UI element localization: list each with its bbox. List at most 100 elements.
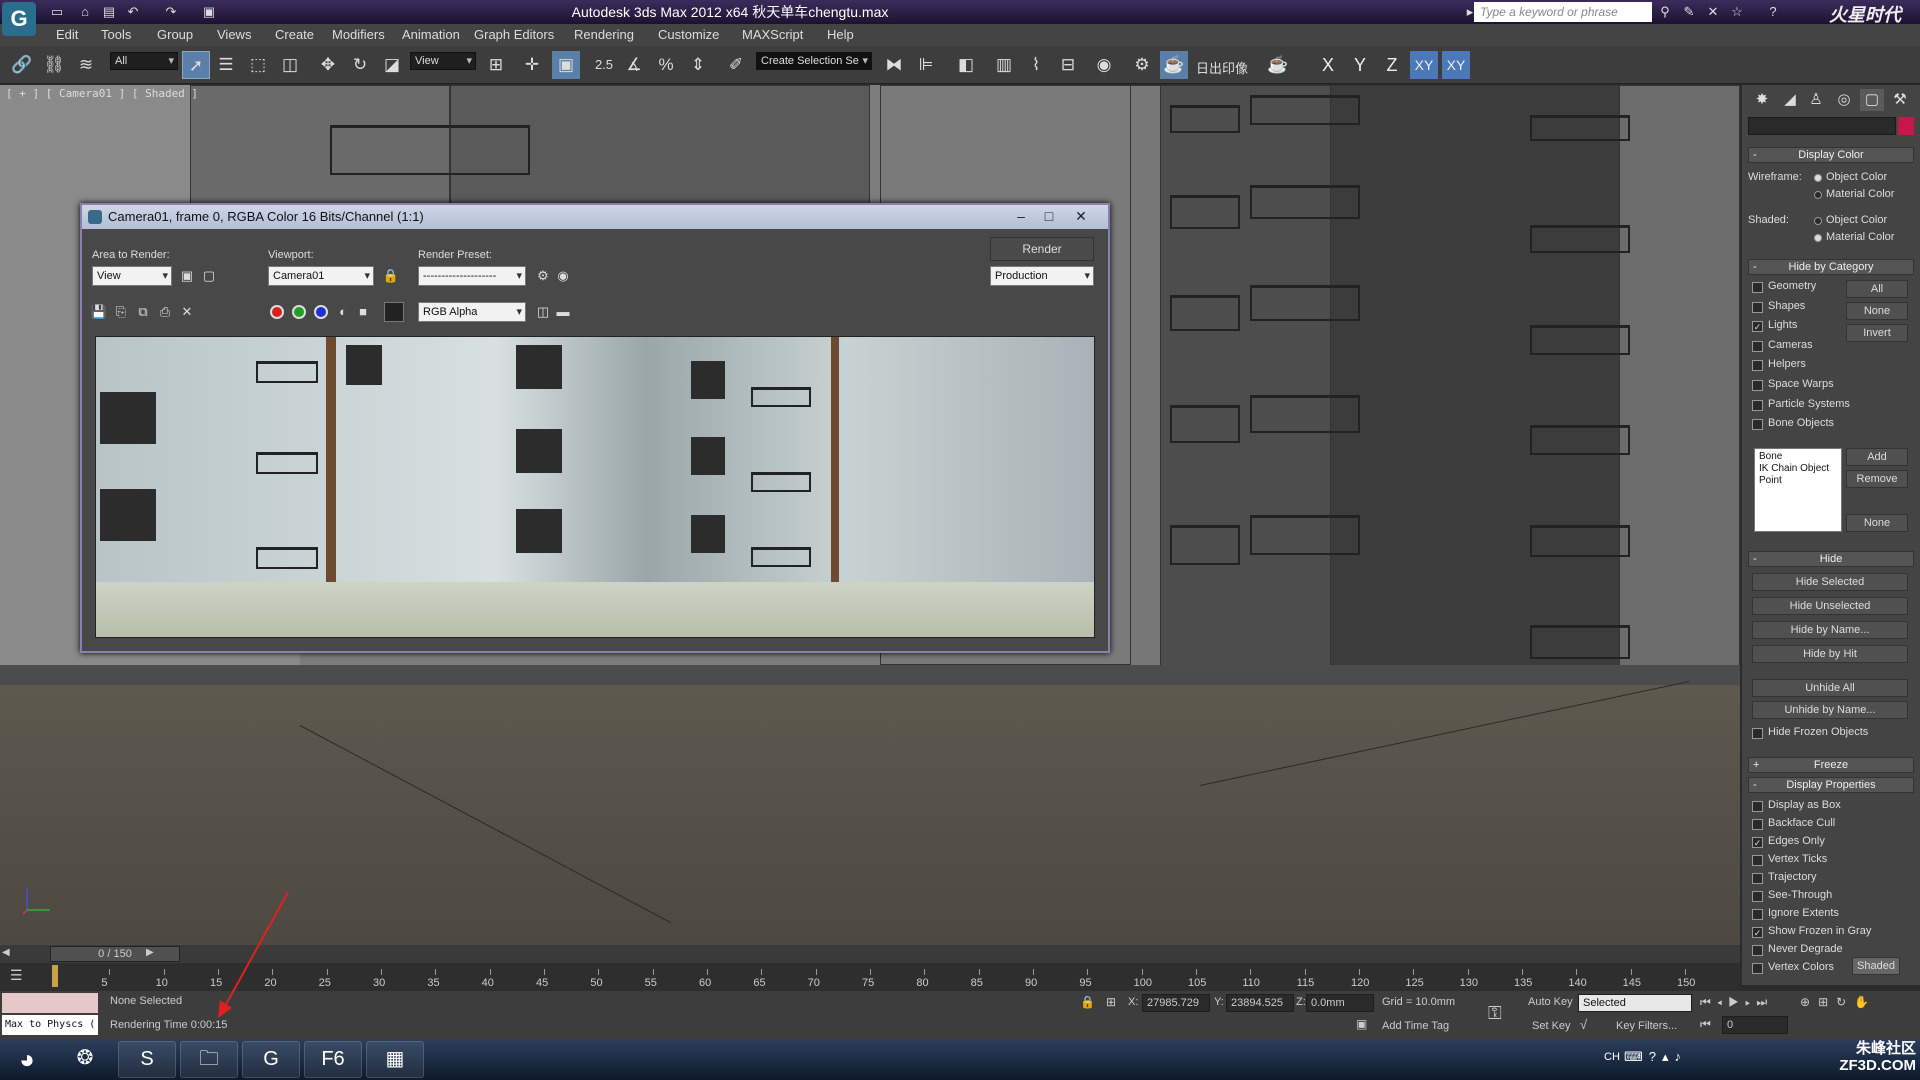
time-tag-icon[interactable]: ▣ [1356,1017,1367,1031]
search-input[interactable]: Type a keyword or phrase [1474,2,1652,22]
shaded-material-color-radio[interactable] [1814,234,1822,242]
pan-icon[interactable]: ✋ [1854,995,1877,1009]
3dsmax-task-icon[interactable]: G [242,1041,300,1078]
curve-editor-icon[interactable]: ⌇ [1022,51,1050,79]
category-none2-button[interactable]: None [1846,514,1908,532]
f6-task-icon[interactable]: F6 [304,1041,362,1078]
play-icon[interactable]: ▶ [1728,995,1745,1009]
category-checkbox[interactable] [1752,340,1763,352]
schematic-view-icon[interactable]: ⊟ [1054,51,1082,79]
maximize-icon[interactable]: □ [1036,207,1062,225]
display-property-checkbox[interactable] [1752,891,1763,902]
production-dropdown[interactable]: Production [990,266,1094,286]
wireframe-object-color-radio[interactable] [1814,174,1822,182]
category-checkbox[interactable]: ✓ [1752,321,1763,333]
display-property-checkbox[interactable] [1752,819,1763,830]
render-button[interactable]: Render [990,237,1094,261]
menu-group[interactable]: Group [157,26,193,44]
unhide-by-name-button[interactable]: Unhide by Name... [1752,701,1908,719]
align-icon[interactable]: ⊫ [912,51,940,79]
system-tray-icons[interactable]: ⌨?▴♪ [1624,1049,1687,1065]
display-property-checkbox[interactable] [1752,945,1763,956]
help-icon[interactable]: ? [1764,3,1782,21]
axis-xy-button[interactable]: XY [1410,51,1438,79]
favorites-icon[interactable]: ☆ [1728,3,1746,21]
hide-rollout[interactable]: - Hide [1748,551,1914,567]
orbit-icon[interactable]: ↻ [1836,995,1854,1009]
select-manipulate-icon[interactable]: ✛ [518,51,546,79]
current-frame-marker[interactable] [52,965,58,987]
app-logo-icon[interactable]: G [2,2,36,36]
prev-frame-arrow-icon[interactable]: ◀ [2,947,10,958]
unhide-all-button[interactable]: Unhide All [1752,679,1908,697]
hierarchy-tab-icon[interactable]: ♙ [1804,89,1828,111]
hide-by-category-rollout[interactable]: - Hide by Category [1748,259,1914,275]
unlink-icon[interactable]: ⛓ [40,51,68,79]
explorer-icon[interactable]: 🗀 [180,1041,238,1078]
scale-icon[interactable]: ◪ [378,51,406,79]
next-key-icon[interactable]: ▸ [1745,995,1756,1009]
selection-filter-dropdown[interactable]: All [110,52,178,70]
modify-tab-icon[interactable]: ◢ [1778,89,1802,111]
menu-customize[interactable]: Customize [658,26,719,44]
zoom-all-icon[interactable]: ⊞ [1818,995,1836,1009]
layer-manager-icon[interactable]: ◧ [952,51,980,79]
pinned-browser-icon[interactable]: S [118,1041,176,1078]
list-item[interactable]: Point [1759,475,1837,487]
key-mode-toggle-icon[interactable]: ⏮ [1700,1017,1711,1032]
freeze-rollout[interactable]: + Freeze [1748,757,1914,773]
binoculars-icon[interactable]: ⚲ [1656,3,1674,21]
redo-icon[interactable]: ↷ [162,3,180,21]
render-preset-dropdown[interactable]: -------------------- [418,266,526,286]
go-to-start-icon[interactable]: ⏮ [1700,995,1717,1009]
render-setup-icon[interactable]: ⚙ [534,267,552,285]
communication-icon[interactable]: ✎ [1680,3,1698,21]
motion-tab-icon[interactable]: ◎ [1832,89,1856,111]
category-remove-button[interactable]: Remove [1846,470,1908,488]
category-listbox[interactable]: Bone IK Chain Object Point [1754,448,1842,532]
viewport-dropdown[interactable]: Camera01 [268,266,374,286]
red-channel-toggle[interactable] [270,305,284,319]
display-property-checkbox[interactable]: ✓ [1752,927,1763,938]
display-properties-rollout[interactable]: - Display Properties [1748,777,1914,793]
current-frame-field[interactable]: 0 [1722,1016,1788,1034]
new-file-icon[interactable]: ▭ [48,3,66,21]
display-property-checkbox[interactable] [1752,909,1763,920]
blue-channel-toggle[interactable] [314,305,328,319]
category-all-button[interactable]: All [1846,280,1908,298]
named-selection-dropdown[interactable]: Create Selection Se [756,52,872,70]
list-item[interactable]: IK Chain Object [1759,463,1837,475]
shaded-button[interactable]: Shaded [1852,957,1900,975]
display-property-checkbox[interactable] [1752,855,1763,866]
open-file-icon[interactable]: ⌂ [76,3,94,21]
environment-icon[interactable]: ◉ [554,267,572,285]
hide-by-name-button[interactable]: Hide by Name... [1752,621,1908,639]
category-none-button[interactable]: None [1846,302,1908,320]
spinner-snap-icon[interactable]: ⇕ [684,51,712,79]
menu-modifiers[interactable]: Modifiers [332,26,385,44]
axis-z-button[interactable]: Z [1378,51,1406,79]
alpha-channel-icon[interactable]: ◐ [334,303,352,321]
wireframe-material-color-radio[interactable] [1814,191,1822,199]
rendered-frame-window[interactable]: Camera01, frame 0, RGBA Color 16 Bits/Ch… [80,203,1110,653]
category-checkbox[interactable] [1752,301,1763,313]
hide-unselected-button[interactable]: Hide Unselected [1752,597,1908,615]
display-property-checkbox[interactable] [1752,801,1763,812]
close-icon[interactable]: ✕ [1068,207,1094,225]
category-invert-button[interactable]: Invert [1846,324,1908,342]
object-color-swatch[interactable] [1898,117,1914,135]
time-slider[interactable]: 0 / 150 [50,946,180,962]
menu-animation[interactable]: Animation [402,26,460,44]
absolute-mode-icon[interactable]: ⊞ [1106,995,1116,1009]
hide-by-hit-button[interactable]: Hide by Hit [1752,645,1908,663]
menu-views[interactable]: Views [217,26,251,44]
angle-snap-icon[interactable]: ∡ [620,51,648,79]
mini-curve-editor-icon[interactable]: ☰ [10,967,23,984]
create-tab-icon[interactable]: ✸ [1750,89,1774,111]
volume-icon[interactable]: ♪ [1675,1049,1688,1064]
select-by-name-icon[interactable]: ☰ [212,51,240,79]
lock-icon[interactable]: 🔒 [382,267,400,285]
next-frame-arrow-icon[interactable]: ▶ [146,947,154,958]
menu-rendering[interactable]: Rendering [574,26,634,44]
select-object-icon[interactable]: ➚ [182,51,210,79]
